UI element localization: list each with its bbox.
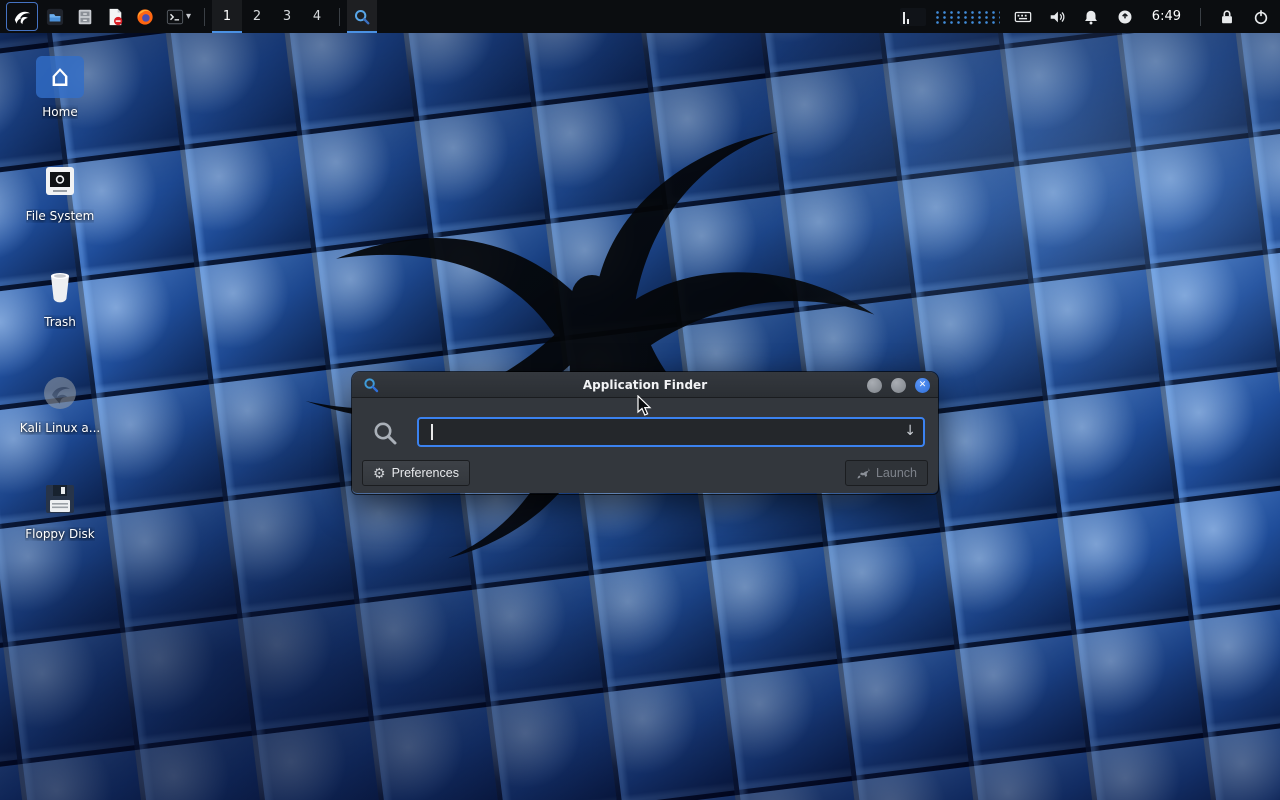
application-finder-icon (353, 8, 371, 26)
trash-icon (36, 266, 84, 308)
firefox-icon (136, 8, 154, 26)
notifications-applet[interactable] (1076, 0, 1106, 33)
desktop-icon-home[interactable]: ⌂ Home (8, 56, 112, 119)
kali-docs-icon (36, 372, 84, 414)
file-manager-launcher[interactable] (40, 0, 70, 33)
launch-button[interactable]: Launch (845, 460, 928, 486)
kali-logo-icon (13, 8, 31, 26)
keyboard-icon (1014, 8, 1032, 26)
rocket-icon (856, 466, 870, 480)
dropdown-arrow-icon[interactable]: ↓ (904, 423, 916, 439)
taskbar-application-finder[interactable] (347, 0, 377, 33)
panel-separator (339, 8, 340, 26)
workspace-label: 1 (223, 9, 231, 24)
terminal-launcher[interactable]: ▾ (160, 0, 197, 33)
maximize-button[interactable] (891, 378, 906, 393)
keyboard-layout-applet[interactable] (1008, 0, 1038, 33)
desktop-icon-label: Floppy Disk (25, 527, 95, 541)
minimize-button[interactable] (867, 378, 882, 393)
volume-applet[interactable] (1042, 0, 1072, 33)
document-icon (106, 8, 124, 26)
gear-icon: ⚙ (373, 466, 386, 480)
logout-button[interactable] (1246, 0, 1276, 33)
power-icon (1252, 8, 1270, 26)
launch-button-label: Launch (876, 466, 917, 480)
application-finder-window: Application Finder ✕ ↓ ⚙ Preferences (352, 372, 938, 494)
bell-icon (1082, 8, 1100, 26)
speaker-icon (1048, 8, 1066, 26)
status-circle-icon (1116, 8, 1134, 26)
workspace-button-4[interactable]: 4 (302, 0, 332, 33)
workspace-label: 4 (313, 9, 321, 24)
firefox-launcher[interactable] (130, 0, 160, 33)
chevron-down-icon[interactable]: ▾ (186, 11, 191, 22)
cpu-graph-applet[interactable] (900, 8, 926, 26)
preferences-button[interactable]: ⚙ Preferences (362, 460, 470, 486)
file-manager-icon (46, 8, 64, 26)
dialog-button-row: ⚙ Preferences Launch (362, 460, 928, 486)
desktop-icon-label: File System (26, 209, 95, 223)
mouse-cursor (636, 395, 656, 417)
panel-separator (1200, 8, 1201, 26)
update-status-applet[interactable] (1110, 0, 1140, 33)
workspace-button-3[interactable]: 3 (272, 0, 302, 33)
workspace-button-2[interactable]: 2 (242, 0, 272, 33)
close-icon: ✕ (919, 381, 927, 390)
window-title: Application Finder (352, 378, 938, 392)
network-graph-applet[interactable] (934, 10, 1000, 24)
filesystem-icon (36, 160, 84, 202)
screen-lock-button[interactable] (1212, 0, 1242, 33)
search-input[interactable] (419, 419, 923, 445)
workspace-button-1[interactable]: 1 (212, 0, 242, 33)
search-icon (372, 420, 398, 446)
text-caret (431, 424, 433, 440)
preferences-button-label: Preferences (392, 466, 459, 480)
desktop-icon-filesystem[interactable]: File System (8, 160, 112, 223)
workspace-label: 3 (283, 9, 291, 24)
whisker-menu-button[interactable] (6, 2, 38, 31)
floppy-disk-icon (36, 478, 84, 520)
desktop-icon-floppy[interactable]: Floppy Disk (8, 478, 112, 541)
search-field: ↓ (417, 417, 925, 447)
text-editor-launcher[interactable] (100, 0, 130, 33)
desktop-icon-label: Home (42, 105, 77, 119)
close-button[interactable]: ✕ (915, 378, 930, 393)
home-icon: ⌂ (36, 56, 84, 98)
desktop-icon-label: Trash (44, 315, 76, 329)
desktop-icon-kali-docs[interactable]: Kali Linux a... (8, 372, 112, 435)
desktop-icon-trash[interactable]: Trash (8, 266, 112, 329)
top-panel: ▾ 1 2 3 4 (0, 0, 1280, 33)
terminal-icon (166, 8, 184, 26)
cabinet-icon (76, 8, 94, 26)
panel-tray: 6:49 (900, 0, 1276, 33)
panel-clock[interactable]: 6:49 (1144, 9, 1189, 24)
desktop-icon-label: Kali Linux a... (20, 421, 100, 435)
lock-icon (1218, 8, 1236, 26)
workspace-label: 2 (253, 9, 261, 24)
archive-manager-launcher[interactable] (70, 0, 100, 33)
panel-separator (204, 8, 205, 26)
